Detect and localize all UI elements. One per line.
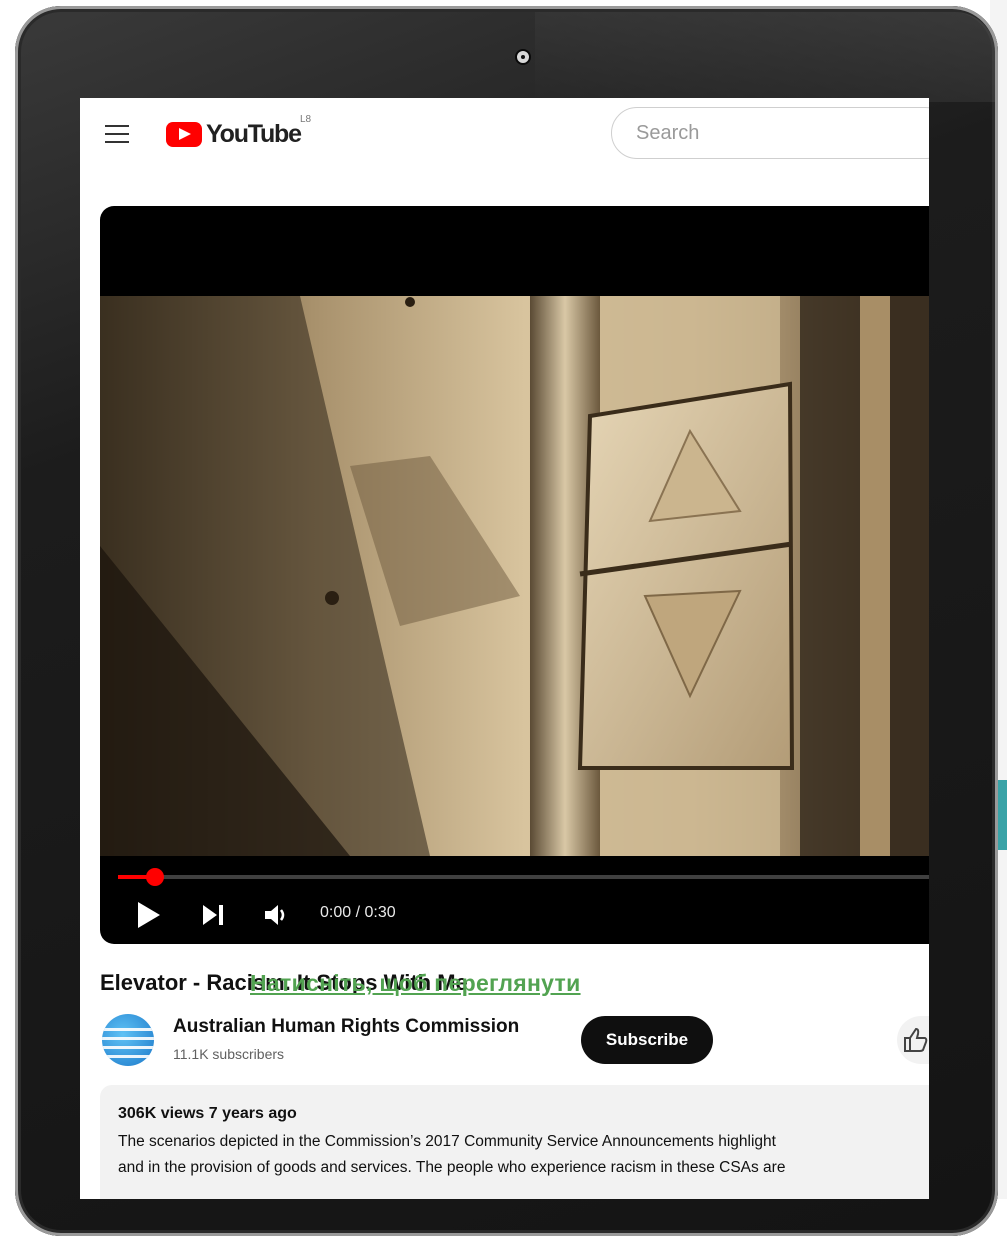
elevator-scene-image [100,296,929,856]
video-frame [100,296,929,856]
time-display: 0:00 / 0:30 [320,904,396,921]
channel-avatar[interactable] [102,1014,154,1066]
search-input[interactable]: Search [611,107,929,159]
video-player[interactable]: 0:00 / 0:30 [100,206,929,944]
background-accent [997,780,1007,850]
progress-scrubber[interactable] [146,868,164,886]
play-icon[interactable] [136,900,162,930]
views-and-age: 306K views 7 years ago [118,1105,297,1122]
youtube-logo-icon [166,121,202,147]
youtube-logo[interactable]: YouTube L8 [166,114,311,148]
tablet-sheen [535,12,995,102]
like-icon [904,1027,928,1052]
top-bar: YouTube L8 Search [80,98,929,168]
menu-icon[interactable] [105,125,129,143]
logo-superscript: L8 [300,114,312,125]
next-icon[interactable] [200,900,226,930]
description-box[interactable]: 306K views 7 years ago The scenarios dep… [100,1085,929,1199]
progress-track[interactable] [118,875,929,879]
logo-text: YouTube [206,119,302,148]
camera-icon [515,49,531,65]
tablet-screen: YouTube L8 Search 0:00 / 0:30 Elevator -… [80,98,929,1199]
subscriber-count: 11.1K subscribers [173,1046,285,1062]
description-line-2: and in the provision of goods and servic… [118,1159,786,1176]
description-line-1: The scenarios depicted in the Commission… [118,1133,776,1150]
tap-to-watch-link[interactable]: Натисніть, щоб переглянути [250,970,581,997]
volume-icon[interactable] [263,900,289,930]
subscribe-button[interactable]: Subscribe [581,1016,713,1064]
like-button[interactable] [897,1016,929,1064]
channel-name[interactable]: Australian Human Rights Commission [173,1016,519,1038]
